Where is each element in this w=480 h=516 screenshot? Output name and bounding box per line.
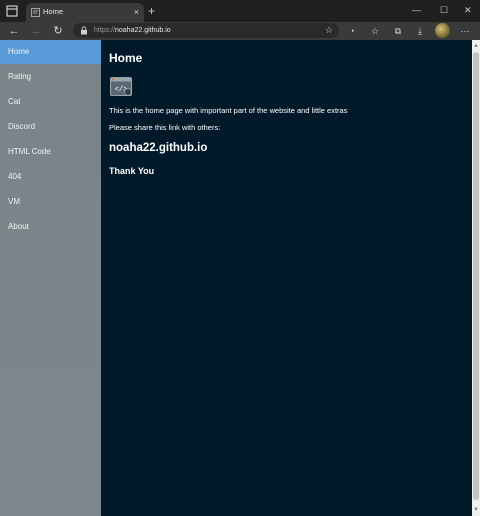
- page-favicon-icon: [31, 8, 40, 17]
- sidebar-item-about[interactable]: About: [0, 215, 101, 239]
- scroll-up-icon[interactable]: ▲: [472, 42, 480, 50]
- sidebar-item-discord[interactable]: Discord: [0, 115, 101, 139]
- favorites-add-icon[interactable]: ☆: [325, 24, 333, 37]
- profile-icon[interactable]: [435, 23, 450, 38]
- scroll-down-icon[interactable]: ▼: [472, 506, 480, 514]
- minimize-icon[interactable]: —: [412, 3, 421, 17]
- sidebar-item-rating[interactable]: Rating: [0, 65, 101, 89]
- tab-title: Home: [43, 7, 64, 16]
- url-text: https://noaha22.github.io: [94, 27, 171, 34]
- web-page: Home Rating Cat Discord HTML Code 404 VM…: [0, 40, 472, 516]
- sidebar-item-home[interactable]: Home: [0, 40, 101, 64]
- tab-home[interactable]: Home ×: [26, 3, 144, 22]
- more-icon[interactable]: ⋯: [458, 24, 472, 38]
- sidebar-nav: Home Rating Cat Discord HTML Code 404 VM…: [0, 40, 101, 516]
- site-link-heading: noaha22.github.io: [109, 142, 208, 154]
- new-tab-button[interactable]: +: [148, 4, 155, 18]
- share-prompt: Please share this link with others:: [109, 123, 221, 132]
- sidebar-item-html-code[interactable]: HTML Code: [0, 140, 101, 164]
- maximize-icon[interactable]: ☐: [440, 3, 448, 17]
- scroll-thumb[interactable]: [473, 52, 479, 500]
- back-icon[interactable]: ←: [7, 24, 21, 38]
- close-window-icon[interactable]: ✕: [464, 3, 472, 17]
- address-toolbar: ← → ↻ https://noaha22.github.io ☆ ◔ ☆ ⧉ …: [0, 22, 480, 40]
- thanks-heading: Thank You: [109, 166, 155, 176]
- download-icon[interactable]: ⤓: [413, 24, 427, 38]
- sidebar-item-404[interactable]: 404: [0, 165, 101, 189]
- intro-text: This is the home page with important par…: [109, 106, 348, 115]
- forward-icon[interactable]: →: [29, 24, 43, 38]
- tab-bar: Home × + — ☐ ✕: [0, 0, 480, 22]
- vertical-scrollbar[interactable]: ▲ ▼: [472, 40, 480, 516]
- code-window-icon: </>: [110, 77, 132, 96]
- main-content: Home </> This is the home page with impo…: [101, 40, 472, 516]
- tab-actions-icon[interactable]: [6, 5, 18, 17]
- address-bar[interactable]: https://noaha22.github.io ☆: [73, 23, 339, 38]
- lock-icon[interactable]: [80, 26, 88, 35]
- browser-window: Home × + — ☐ ✕ ← → ↻ https://noaha22.git…: [0, 0, 480, 516]
- refresh-shield-icon[interactable]: ◔: [345, 24, 359, 38]
- sidebar-item-vm[interactable]: VM: [0, 190, 101, 214]
- favorites-icon[interactable]: ☆: [368, 24, 382, 38]
- close-tab-icon[interactable]: ×: [134, 6, 139, 18]
- refresh-icon[interactable]: ↻: [51, 24, 65, 38]
- collections-icon[interactable]: ⧉: [391, 24, 405, 38]
- sidebar-item-cat[interactable]: Cat: [0, 90, 101, 114]
- page-title: Home: [109, 51, 143, 65]
